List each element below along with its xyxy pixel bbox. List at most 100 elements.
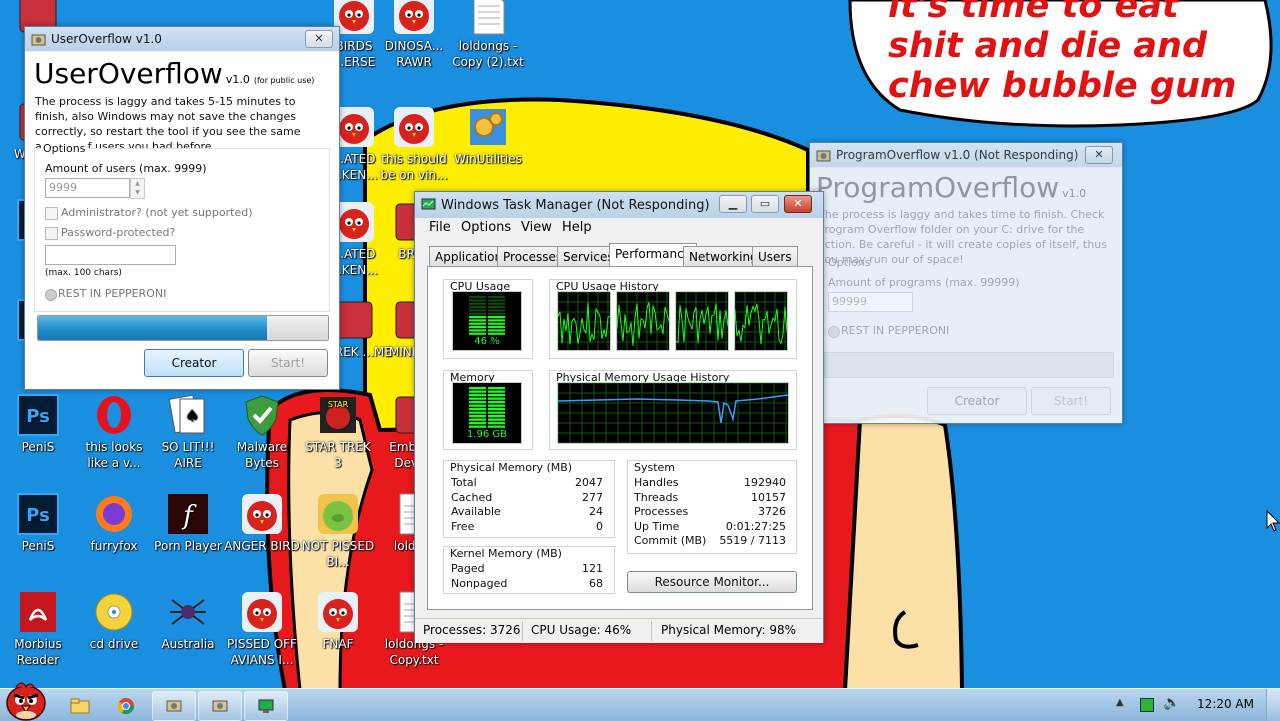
volume-icon[interactable]: 🔈 — [1163, 695, 1180, 711]
version-label: v1.0 — [225, 73, 250, 86]
start-button[interactable] — [4, 679, 48, 721]
desktop-icon[interactable]: NOT PISSED BI... — [300, 492, 376, 570]
menu-options[interactable]: Options — [461, 220, 511, 235]
desktop-icon[interactable]: Ps PeniS — [0, 393, 76, 455]
menu-view[interactable]: View — [521, 220, 552, 235]
password-checkbox[interactable] — [45, 227, 58, 240]
stat-row: Nonpaged 68 — [451, 577, 603, 591]
desktop-icon[interactable]: cd drive — [76, 590, 152, 652]
desktop-icon[interactable]: WinUtilities — [450, 105, 526, 167]
taskbar-taskmanager-button[interactable] — [244, 691, 288, 721]
stat-label: Total — [451, 476, 477, 489]
minimize-button[interactable]: ▁ — [719, 195, 747, 213]
start-button[interactable]: Start! — [248, 349, 328, 377]
tray-overflow-icon[interactable]: ▲ — [1116, 697, 1124, 708]
desktop-icon[interactable]: loldongs - Copy (2).txt — [450, 0, 526, 70]
memory-gauge: 1.96 GB — [452, 382, 522, 444]
desktop-icon[interactable]: STAR STAR TREK 3 — [300, 393, 376, 471]
desktop-icon-label: PeniS — [21, 539, 55, 553]
gauge-segment — [469, 322, 486, 325]
desktop-icon[interactable]: ♠ SO LIT!!! AIRE — [150, 393, 226, 471]
clock[interactable]: 12:20 AM — [1197, 697, 1254, 711]
svg-text:Ps: Ps — [26, 505, 50, 526]
gauge-segment — [488, 326, 505, 329]
amount-input[interactable]: 99999 — [828, 292, 913, 312]
desktop-icon[interactable]: Ps PeniS — [0, 492, 76, 554]
desktop-icon-label: Malware Bytes — [236, 440, 288, 470]
desktop-icon-label: FNAF — [322, 637, 354, 651]
gauge-segment — [469, 401, 486, 404]
desktop-icon[interactable]: this should be on vin... — [376, 105, 452, 183]
tab-strip: Applications Processes Services Performa… — [427, 243, 817, 267]
gauge-segment — [488, 329, 505, 332]
svg-text:Ps: Ps — [26, 406, 50, 427]
pepperoni-radio[interactable] — [828, 326, 840, 338]
password-input[interactable] — [45, 245, 176, 265]
gauge-segment — [488, 322, 505, 325]
desktop-icon-label: this should be on vin... — [380, 152, 448, 182]
photoshop-icon: Ps — [16, 393, 60, 437]
gauge-segment — [488, 296, 505, 299]
desktop-icon-label: loldongs - Copy (2).txt — [452, 39, 524, 69]
desktop-icon[interactable]: PISSED OFF AVIANS I... — [224, 590, 300, 668]
programoverflow-window[interactable]: ProgramOverflow v1.0 (Not Responding) ✕ … — [809, 142, 1123, 424]
desktop-icon[interactable]: DINOSA... RAWR — [376, 0, 452, 70]
cpu-core-history — [616, 291, 670, 351]
useroverflow-titlebar[interactable]: UserOverflow v1.0 ✕ — [25, 27, 339, 51]
task-manager-icon — [421, 198, 436, 210]
close-button[interactable]: ✕ — [305, 30, 333, 48]
stat-value: 5519 / 7113 — [719, 534, 786, 547]
desktop-icon[interactable]: this looks like a v... — [76, 393, 152, 471]
menu-file[interactable]: File — [429, 220, 451, 235]
progress-bar — [824, 352, 1114, 378]
programoverflow-titlebar[interactable]: ProgramOverflow v1.0 (Not Responding) ✕ — [810, 143, 1122, 167]
taskbar-useroverflow-button[interactable] — [152, 691, 196, 721]
mouse-cursor — [1266, 510, 1280, 532]
taskbar-chrome-button[interactable] — [108, 693, 144, 719]
stat-label: Processes — [634, 505, 689, 518]
desktop-icon[interactable]: Morbius Reader — [0, 590, 76, 668]
desktop-icon-label: PISSED OFF AVIANS I... — [227, 637, 297, 667]
amount-stepper[interactable]: ▲ ▼ — [130, 178, 145, 199]
amount-input[interactable]: 9999 — [45, 178, 130, 198]
start-button[interactable]: Start! — [1031, 387, 1111, 415]
desktop-icon[interactable]: ANGER BIRD — [224, 492, 300, 554]
pepperoni-radio[interactable] — [45, 289, 57, 301]
stat-value: 10157 — [751, 490, 786, 504]
tab-users[interactable]: Users — [752, 246, 798, 267]
public-note: (for public use) — [253, 76, 315, 85]
resource-monitor-button[interactable]: Resource Monitor... — [627, 571, 797, 593]
stat-value: 68 — [589, 577, 603, 590]
task-manager-window[interactable]: Windows Task Manager (Not Responding) ▁ … — [414, 191, 824, 643]
gauge-segment — [488, 332, 505, 335]
show-desktop-button[interactable] — [1266, 689, 1280, 721]
admin-checkbox[interactable] — [45, 207, 58, 220]
creator-button[interactable]: Creator — [927, 387, 1027, 415]
gauge-segment — [469, 387, 486, 390]
window-title: ProgramOverflow v1.0 (Not Responding) — [836, 148, 1079, 162]
task-manager-titlebar[interactable]: Windows Task Manager (Not Responding) ▁ … — [415, 192, 823, 218]
maximize-button[interactable]: ▭ — [751, 195, 779, 213]
desktop-icon[interactable]: FNAF — [300, 590, 376, 652]
menu-help[interactable]: Help — [562, 220, 592, 235]
desktop-icon[interactable]: furryfox — [76, 492, 152, 554]
desktop-icon[interactable]: f Porn Player — [150, 492, 226, 554]
useroverflow-window[interactable]: UserOverflow v1.0 ✕ UserOverflow v1.0 (for… — [24, 26, 340, 390]
gauge-segment — [469, 404, 486, 407]
taskbar-explorer-button[interactable] — [62, 693, 98, 719]
desktop-icon[interactable]: Australia — [150, 590, 226, 652]
stat-label: Commit (MB) — [634, 534, 707, 547]
text-file-icon — [466, 0, 510, 36]
gauge-segment — [488, 418, 505, 421]
taskbar-programoverflow-button[interactable] — [198, 691, 242, 721]
close-button[interactable]: ✕ — [1085, 146, 1113, 164]
desktop-icon[interactable]: Malware Bytes — [224, 393, 300, 471]
network-icon[interactable] — [1140, 698, 1154, 712]
stat-row: Paged 121 — [451, 562, 603, 576]
gauge-segment — [488, 306, 505, 309]
desktop-icon-label: WinUtilities — [454, 152, 522, 166]
gauge-segment — [488, 390, 505, 393]
app-icon — [31, 34, 46, 46]
creator-button[interactable]: Creator — [144, 349, 244, 377]
close-button[interactable]: ✕ — [784, 195, 812, 213]
